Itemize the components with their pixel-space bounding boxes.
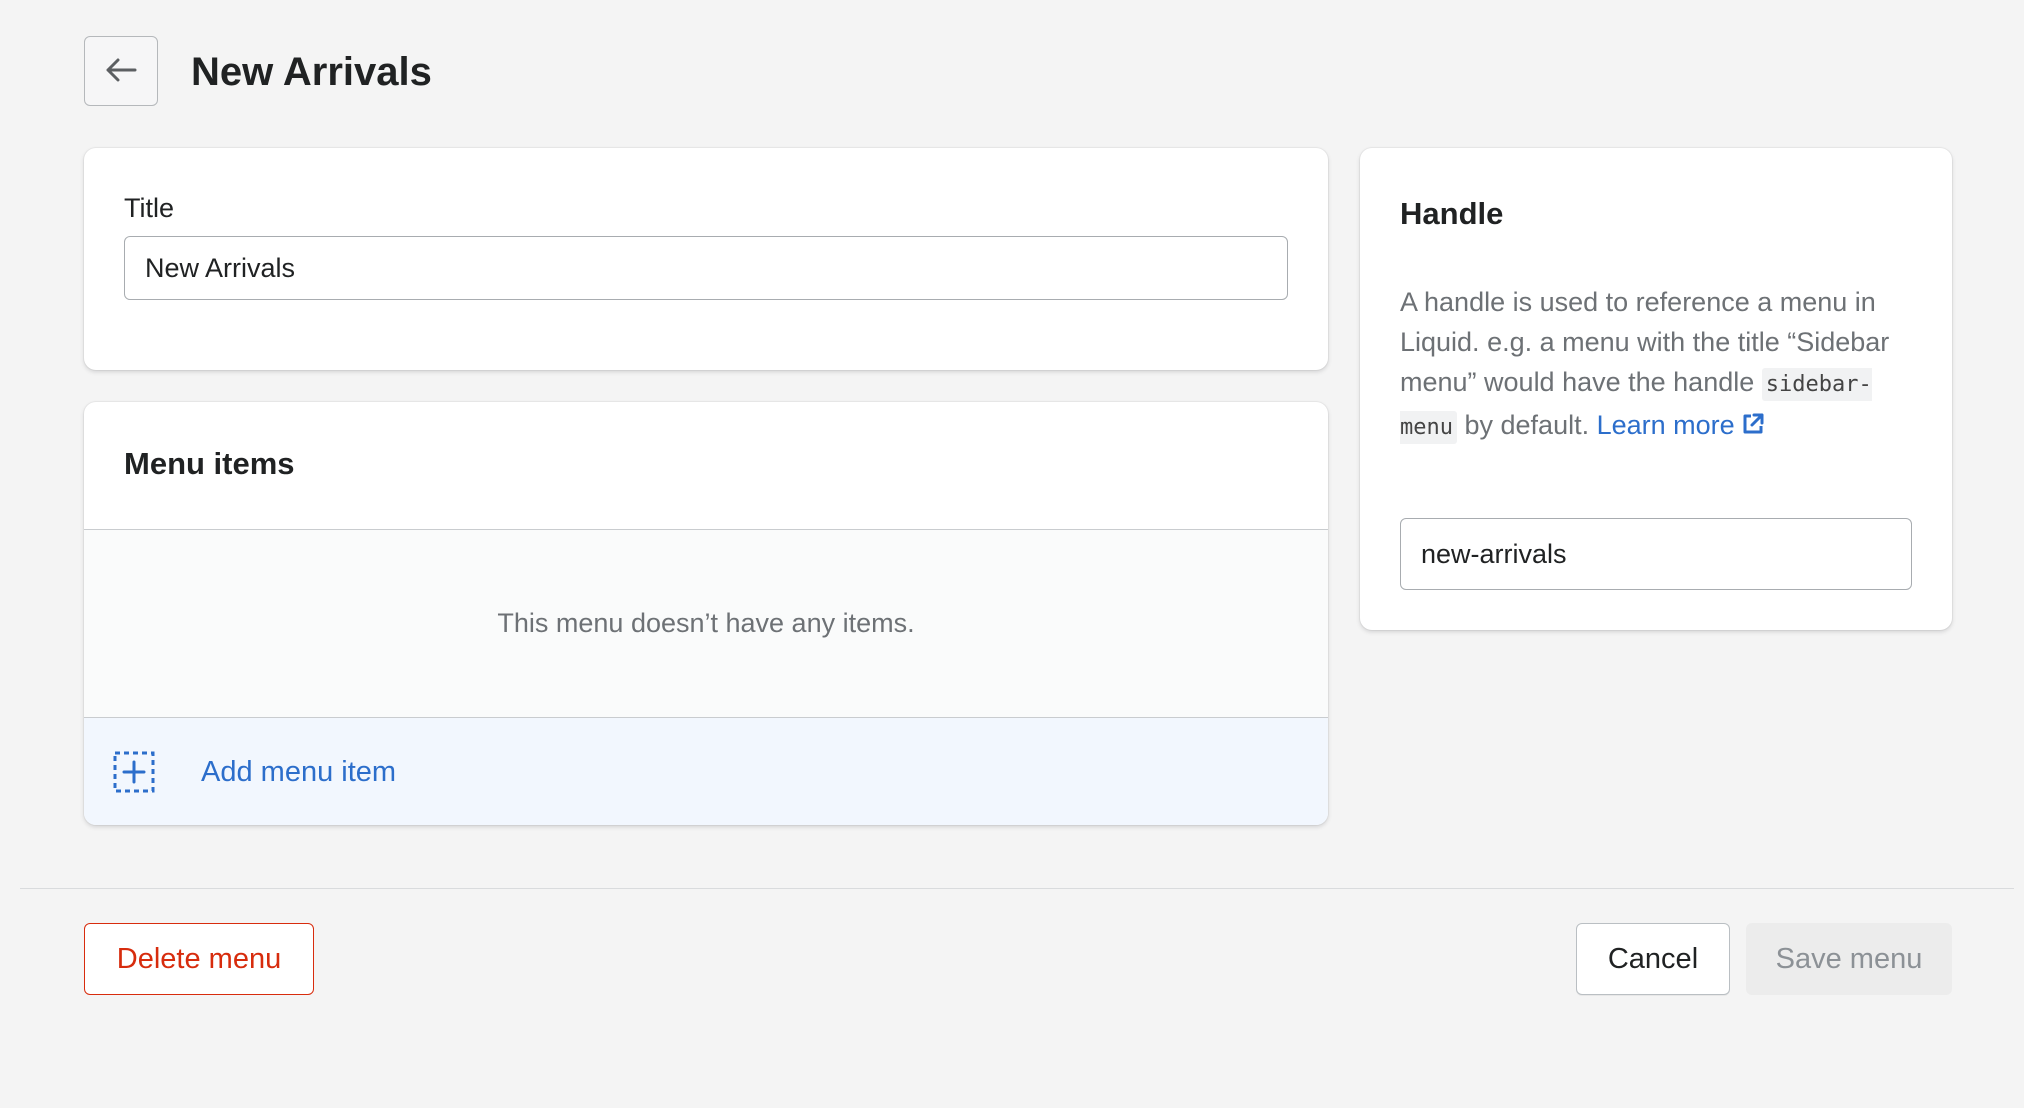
cancel-button[interactable]: Cancel: [1576, 923, 1730, 995]
handle-description: A handle is used to reference a menu in …: [1400, 282, 1920, 448]
delete-menu-button[interactable]: Delete menu: [84, 923, 314, 995]
back-button[interactable]: [84, 36, 158, 106]
menu-items-header: Menu items: [84, 402, 1328, 530]
arrow-left-icon: [104, 57, 138, 86]
external-link-icon: [1741, 407, 1765, 434]
page-title: New Arrivals: [191, 50, 432, 94]
add-dashed-square-icon: [113, 751, 155, 793]
handle-card: Handle A handle is used to reference a m…: [1360, 148, 1952, 630]
menu-empty-state: This menu doesn’t have any items.: [84, 530, 1328, 718]
title-input[interactable]: [124, 236, 1288, 300]
add-menu-item-button[interactable]: Add menu item: [84, 718, 1328, 825]
handle-heading: Handle: [1400, 196, 1504, 231]
title-card: Title: [84, 148, 1328, 370]
handle-description-text-2: by default.: [1464, 410, 1590, 440]
save-menu-button[interactable]: Save menu: [1746, 923, 1952, 995]
menu-items-heading: Menu items: [124, 446, 295, 481]
footer-divider: [20, 888, 2014, 889]
handle-input[interactable]: [1400, 518, 1912, 590]
title-label: Title: [124, 193, 175, 223]
empty-state-text: This menu doesn’t have any items.: [497, 608, 915, 638]
add-menu-item-label: Add menu item: [201, 756, 397, 788]
learn-more-link[interactable]: Learn more: [1597, 410, 1765, 440]
menu-items-card: Menu items This menu doesn’t have any it…: [84, 402, 1328, 825]
learn-more-label: Learn more: [1596, 410, 1735, 440]
